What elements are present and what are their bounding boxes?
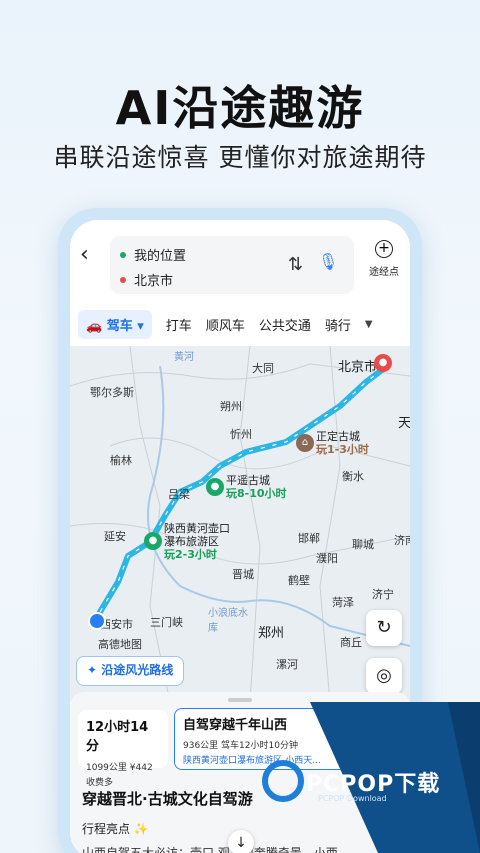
city-label: 濮阳 <box>316 552 338 565</box>
waypoint-label: 途经点 <box>369 267 399 278</box>
poi-name: 陕西黄河壶口 <box>164 522 230 535</box>
reservoir-label: 小浪底水库 <box>208 608 248 634</box>
city-label: 菏泽 <box>332 596 354 609</box>
city-label: 衡水 <box>342 470 364 483</box>
scenic-route-button[interactable]: ✦ 沿途风光路线 <box>76 656 185 686</box>
map-brand-label: 高德地图 <box>98 638 142 651</box>
promo-subhead: 串联沿途惊喜 更懂你对旅途期待 <box>53 143 427 172</box>
city-label: 三门峡 <box>150 616 183 629</box>
destination-pin-icon[interactable]: ● <box>374 354 392 372</box>
mode-taxi-tab[interactable]: 打车 <box>166 315 192 334</box>
destination-text: 北京市 <box>134 274 174 289</box>
mode-drive-label: 驾车 <box>106 318 133 334</box>
poi-pingyao[interactable]: 平遥古城 玩8-10小时 <box>226 474 287 500</box>
poi-duration: 玩2-3小时 <box>164 548 217 561</box>
poi-name: 正定古城 <box>316 430 360 443</box>
destination-row[interactable]: 北京市 <box>120 270 173 289</box>
back-arrow-icon[interactable]: ‹ <box>80 242 89 267</box>
route-card: ‹ 我的位置 北京市 ⇅ 🎙 + 途经点 🚗 驾车 ▾ 打车 顺风车 公共交通 … <box>70 220 410 346</box>
swap-icon[interactable]: ⇅ <box>288 254 303 275</box>
poi-duration: 玩1-3小时 <box>316 443 369 456</box>
mode-bike-tab[interactable]: 骑行 <box>325 315 351 334</box>
plan-duration: 12小时14分 <box>86 720 149 754</box>
plan-toll-note: 收费多 <box>86 778 114 788</box>
poi-pin-icon[interactable]: ⌂ <box>296 434 314 452</box>
city-label: 延安 <box>104 530 126 543</box>
city-label: 济南 <box>394 534 410 547</box>
city-label: 鹤壁 <box>288 574 310 587</box>
destination-map-label: 北京市 <box>338 360 378 375</box>
watermark-sub: PCPOP Download <box>318 794 387 803</box>
city-label: 漯河 <box>276 658 298 671</box>
voice-icon[interactable]: 🎙 <box>318 252 338 271</box>
map-view[interactable]: 黄河 小浪底水库 大同 朔州 忻州 鄂尔多斯 榆林 吕梁 延安 晋城 鹤壁 濮阳… <box>70 346 410 702</box>
origin-row[interactable]: 我的位置 <box>120 245 186 264</box>
city-label: 天 <box>398 416 410 431</box>
trip-title: 穿越晋北·古城文化自驾游 <box>82 790 253 808</box>
poi-duration: 玩8-10小时 <box>226 487 287 500</box>
poi-name-line2: 瀑布旅游区 <box>164 535 219 548</box>
highlights-title: 行程亮点 ✨ <box>82 822 149 836</box>
city-label: 晋城 <box>232 568 254 581</box>
poi-pin-icon[interactable]: ● <box>144 532 162 550</box>
poi-hukou[interactable]: 陕西黄河壶口 瀑布旅游区 玩2-3小时 <box>164 522 230 561</box>
city-label: 吕梁 <box>168 488 190 501</box>
poi-name: 平遥古城 <box>226 474 270 487</box>
city-label: 榆林 <box>110 454 132 467</box>
city-label: 大同 <box>252 362 274 375</box>
city-label: 朔州 <box>220 400 242 413</box>
city-label: 郑州 <box>258 626 285 641</box>
more-modes-icon[interactable]: ▼ <box>365 319 373 330</box>
city-label: 邯郸 <box>298 532 320 545</box>
highlights-text: 山西自驾五大必访：壶口 观黄河奔腾奇景，小西 <box>82 846 338 853</box>
sheet-handle[interactable] <box>228 698 252 702</box>
add-waypoint-button[interactable]: + 途经点 <box>362 240 406 278</box>
mode-transit-tab[interactable]: 公共交通 <box>259 315 311 334</box>
city-label: 商丘 <box>340 636 362 649</box>
plan-distance-cost: 1099公里 ¥442 <box>86 763 153 773</box>
scenic-route-label: 沿途风光路线 <box>101 663 174 677</box>
origin-destination-box: 我的位置 北京市 ⇅ 🎙 <box>110 236 354 294</box>
refresh-icon[interactable]: ↻ <box>366 610 402 646</box>
poi-zhengding[interactable]: 正定古城 玩1-3小时 <box>316 430 369 456</box>
mode-carpool-tab[interactable]: 顺风车 <box>206 315 245 334</box>
poi-pin-icon[interactable]: ● <box>206 478 224 496</box>
plus-icon: + <box>375 240 393 258</box>
mode-drive-tab[interactable]: 🚗 驾车 ▾ <box>78 309 152 339</box>
my-location-icon <box>88 612 106 630</box>
origin-dot-icon <box>120 251 126 258</box>
river-label: 黄河 <box>174 352 194 363</box>
watermark-logo-icon <box>262 760 304 802</box>
route-plan-option[interactable]: 12小时14分 1099公里 ¥442 收费多 <box>78 710 168 788</box>
city-label: 聊城 <box>352 538 374 551</box>
city-label: 鄂尔多斯 <box>90 386 134 399</box>
destination-dot-icon <box>120 276 126 283</box>
origin-text: 我的位置 <box>134 249 187 264</box>
city-label: 忻州 <box>230 428 252 441</box>
travel-mode-bar: 🚗 驾车 ▾ 打车 顺风车 公共交通 骑行 ▼ <box>78 309 373 339</box>
promo-headline: AI沿途趣游 <box>115 81 365 135</box>
locate-icon[interactable]: ◎ <box>366 658 402 694</box>
city-label: 济宁 <box>372 588 394 601</box>
arrow-down-icon[interactable]: ↓ <box>228 830 254 853</box>
